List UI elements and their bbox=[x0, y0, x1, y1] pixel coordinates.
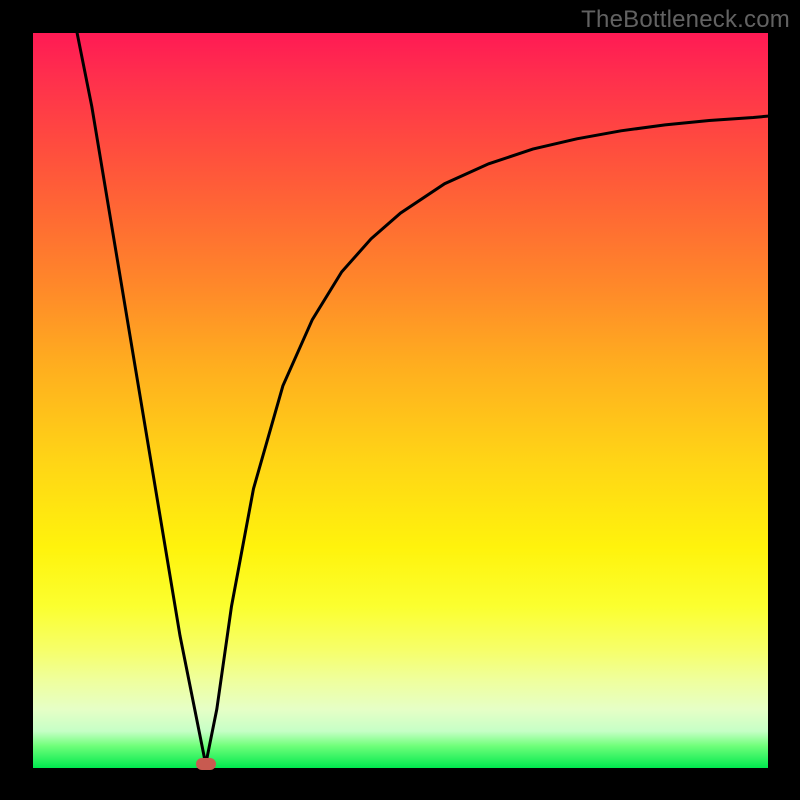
chart-frame: TheBottleneck.com bbox=[0, 0, 800, 800]
bottleneck-curve bbox=[77, 33, 768, 764]
curve-svg bbox=[33, 33, 768, 768]
watermark-text: TheBottleneck.com bbox=[581, 6, 790, 34]
plot-area bbox=[33, 33, 768, 768]
minimum-marker bbox=[196, 758, 216, 770]
